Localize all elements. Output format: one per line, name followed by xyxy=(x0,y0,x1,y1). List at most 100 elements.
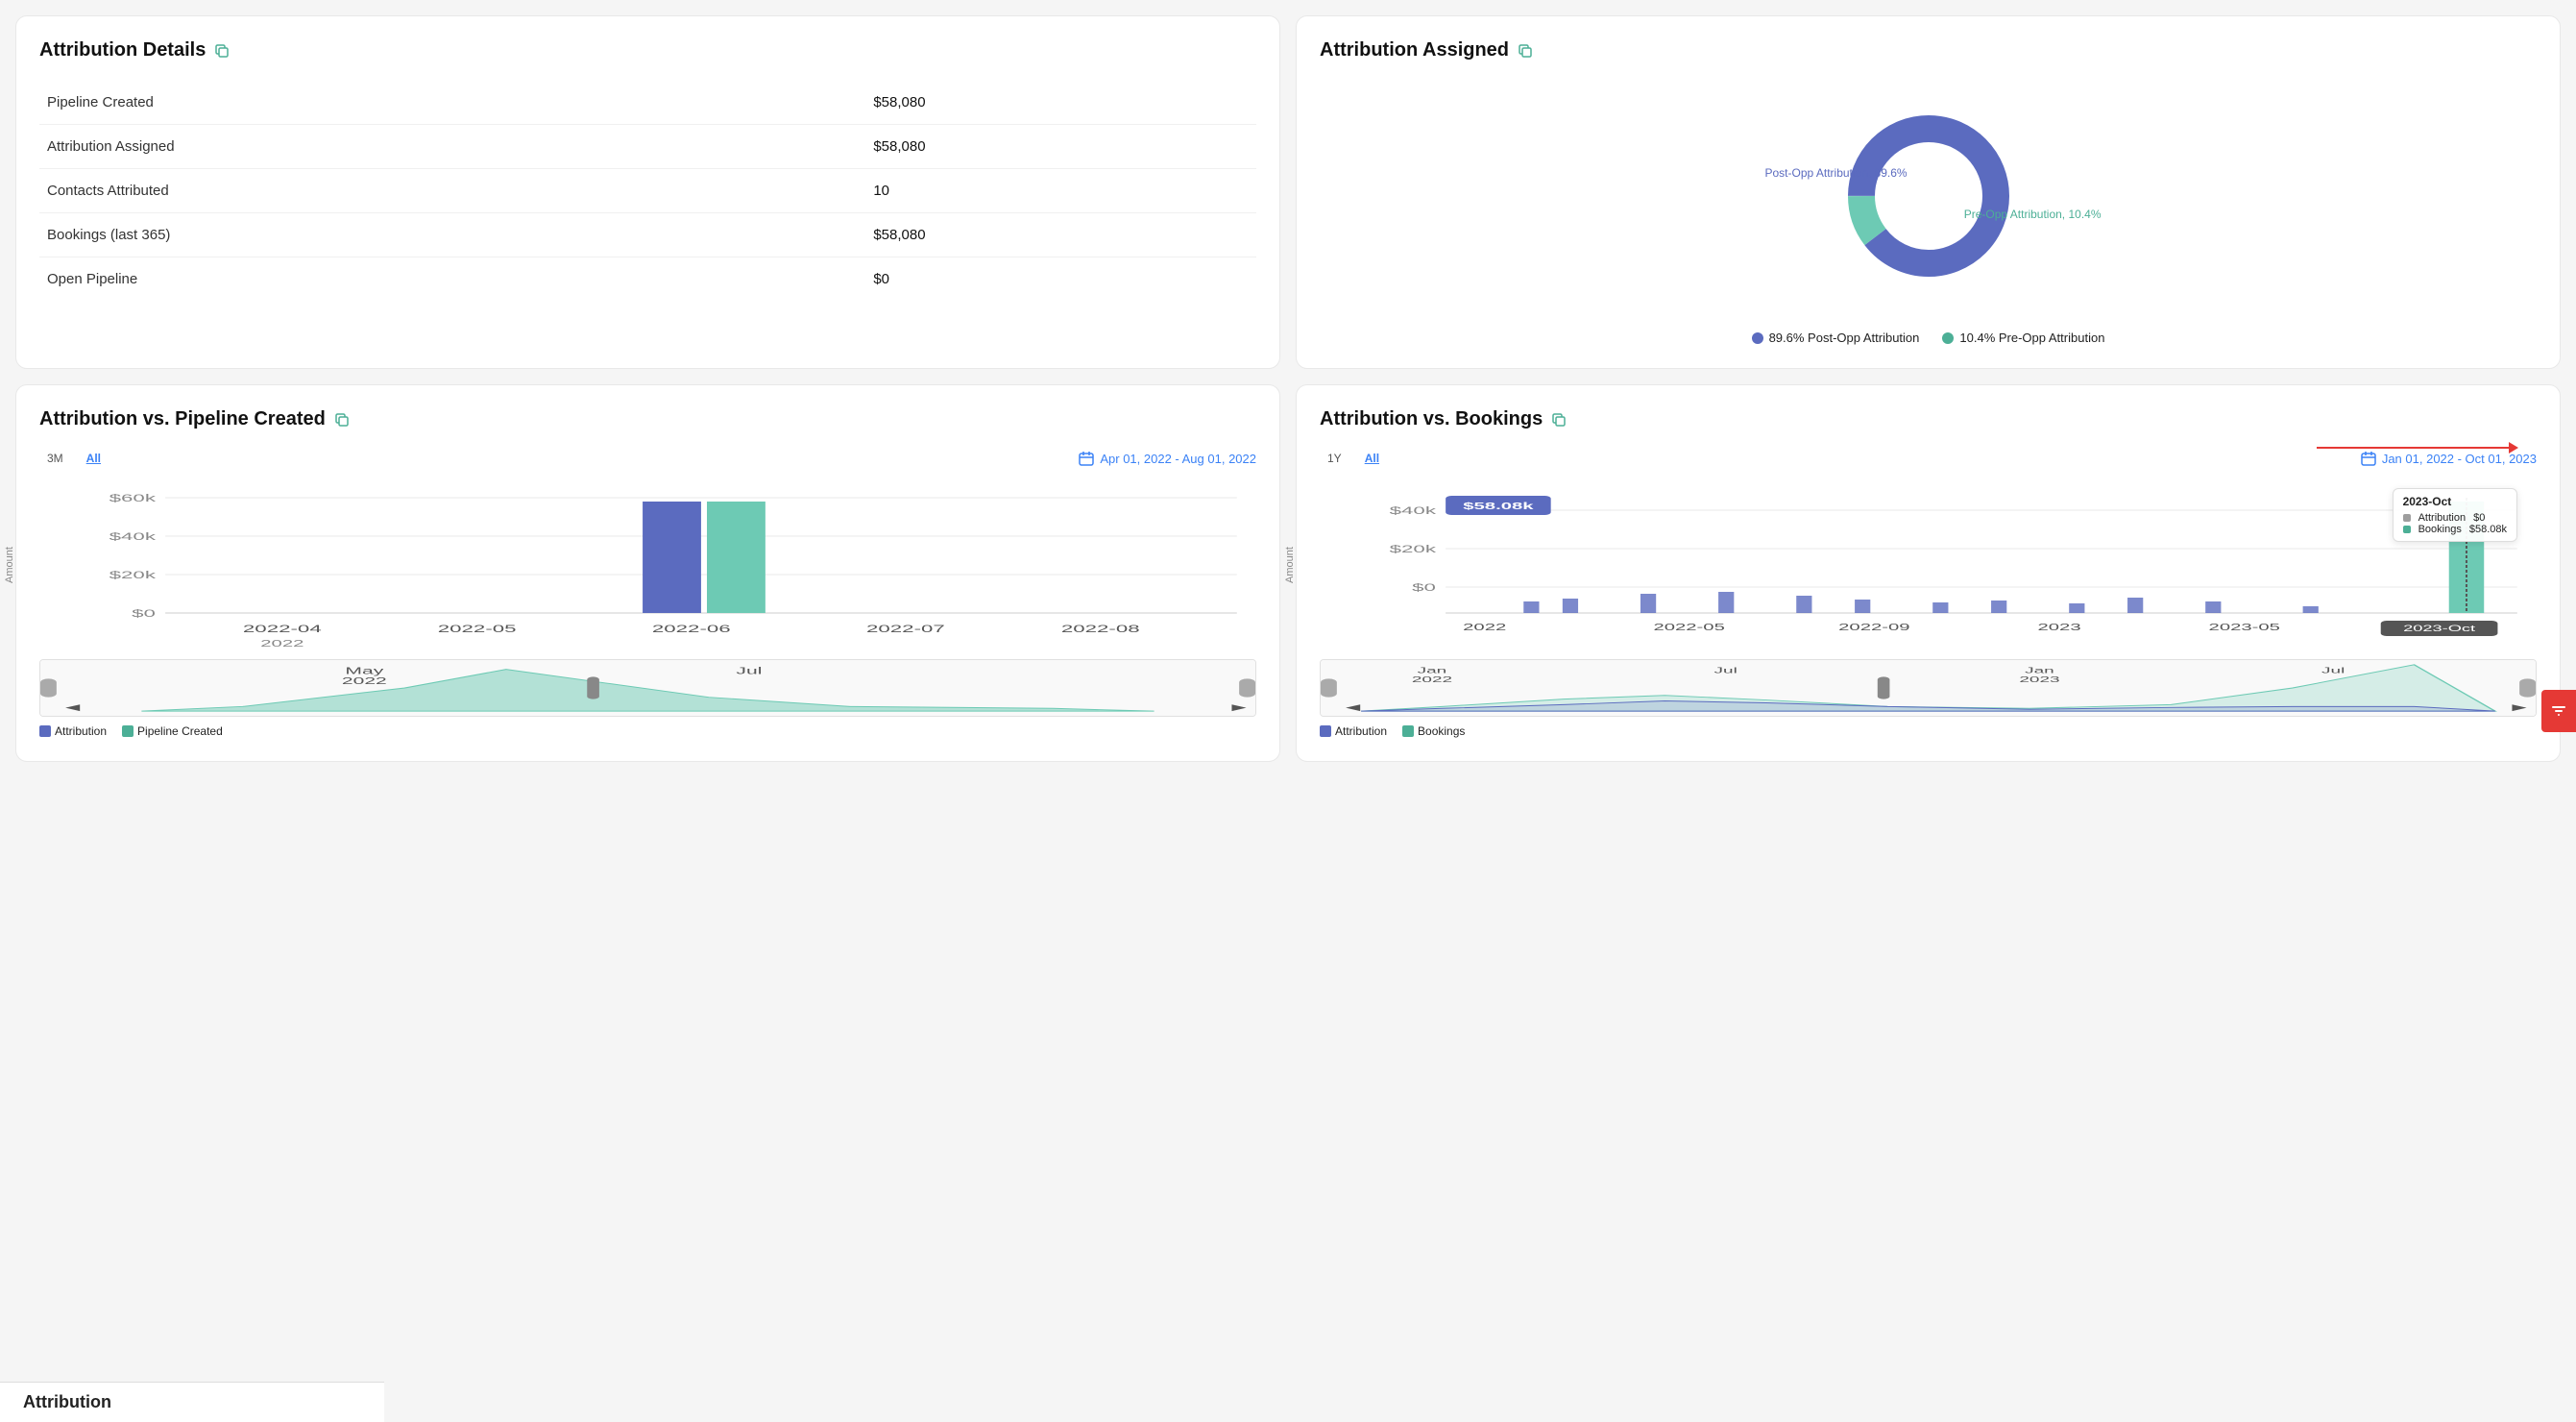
bookings-y-axis-label: Amount xyxy=(1284,547,1296,583)
row-label: Contacts Attributed xyxy=(39,169,865,213)
legend-label: Bookings xyxy=(1418,724,1465,738)
copy-icon-bookings[interactable] xyxy=(1550,411,1567,429)
svg-text:$40k: $40k xyxy=(1390,504,1437,517)
time-btn-3m[interactable]: 3M xyxy=(39,450,71,467)
post-opp-label: Post-Opp Attribution, 89.6% xyxy=(1765,166,1908,180)
bottom-tab-label: Attribution xyxy=(23,1392,111,1411)
pipeline-title: Attribution vs. Pipeline Created xyxy=(39,408,1256,430)
svg-text:$20k: $20k xyxy=(1390,543,1437,555)
chart-legend-item: Bookings xyxy=(1402,724,1465,738)
svg-text:2022: 2022 xyxy=(1412,675,1452,684)
svg-text:2023: 2023 xyxy=(2038,623,2081,633)
bookings-minimap: Jan 2022 Jul Jan 2023 Jul ◄ ► xyxy=(1320,659,2537,717)
legend-square xyxy=(122,725,134,737)
svg-text:$40k: $40k xyxy=(109,530,157,543)
row-value: $58,080 xyxy=(865,125,1256,169)
svg-text:2022-06: 2022-06 xyxy=(652,623,731,635)
attribution-vs-bookings-card: Attribution vs. Bookings 1Y All Jan 01, … xyxy=(1296,384,2561,762)
svg-text:►: ► xyxy=(1227,701,1251,714)
pipeline-legend: Attribution Pipeline Created xyxy=(39,724,1256,738)
row-value: $58,080 xyxy=(865,81,1256,125)
details-table: Pipeline Created$58,080Attribution Assig… xyxy=(39,81,1256,301)
row-value: $0 xyxy=(865,257,1256,302)
title-text: Attribution Details xyxy=(39,39,206,61)
svg-text:2023-Oct: 2023-Oct xyxy=(2403,624,2475,633)
svg-text:Jan: Jan xyxy=(2025,666,2054,674)
row-value: 10 xyxy=(865,169,1256,213)
svg-text:►: ► xyxy=(2507,701,2531,714)
row-value: $58,080 xyxy=(865,213,1256,257)
bookings-minimap-svg: Jan 2022 Jul Jan 2023 Jul ◄ ► xyxy=(1321,660,2536,716)
legend-square xyxy=(39,725,51,737)
donut-legend-item: 89.6% Post-Opp Attribution xyxy=(1752,331,1920,345)
copy-icon-assigned[interactable] xyxy=(1517,42,1534,60)
row-label: Open Pipeline xyxy=(39,257,865,302)
legend-label: Pipeline Created xyxy=(137,724,223,738)
svg-text:$0: $0 xyxy=(132,607,156,620)
time-btn-all-bookings[interactable]: All xyxy=(1357,450,1387,467)
bookings-time-controls: 1Y All xyxy=(1320,450,1387,467)
svg-text:2022-04: 2022-04 xyxy=(243,623,322,635)
tooltip-attribution-value: $0 xyxy=(2473,512,2485,524)
copy-icon[interactable] xyxy=(213,42,231,60)
svg-text:$60k: $60k xyxy=(109,492,157,504)
bookings-chart-area: 2023-Oct Attribution $0 Bookings $58.08k xyxy=(1368,478,2537,651)
filter-button[interactable] xyxy=(2541,690,2576,732)
pre-opp-label: Pre-Opp Attribution, 10.4% xyxy=(1964,208,2102,221)
title-text: Attribution Assigned xyxy=(1320,39,1509,61)
legend-label: 10.4% Pre-Opp Attribution xyxy=(1959,331,2104,345)
pipeline-bar-chart: $60k $40k $20k $0 2022-04 2022-05 2022-0… xyxy=(87,478,1256,651)
donut-chart-wrapper: Post-Opp Attribution, 89.6% Pre-Opp Attr… xyxy=(1785,81,2073,311)
svg-text:Jul: Jul xyxy=(1714,666,1738,674)
svg-text:2022-05: 2022-05 xyxy=(1653,623,1725,633)
title-text: Attribution vs. Bookings xyxy=(1320,408,1543,430)
date-range-bookings: Jan 01, 2022 - Oct 01, 2023 xyxy=(2361,451,2537,466)
svg-text:2022: 2022 xyxy=(342,676,387,687)
bookings-title: Attribution vs. Bookings xyxy=(1320,408,2537,430)
svg-text:◄: ◄ xyxy=(1341,701,1365,714)
legend-label: Attribution xyxy=(1335,724,1387,738)
donut-legend: 89.6% Post-Opp Attribution 10.4% Pre-Opp … xyxy=(1752,331,2105,345)
date-range-text: Apr 01, 2022 - Aug 01, 2022 xyxy=(1100,452,1256,466)
chart-legend-item: Pipeline Created xyxy=(122,724,223,738)
donut-svg xyxy=(1833,100,2025,292)
svg-text:2022: 2022 xyxy=(260,639,304,650)
pipeline-minimap-svg: May 2022 Jul ◄ ► xyxy=(40,660,1255,716)
svg-text:2023: 2023 xyxy=(2019,675,2059,684)
donut-legend-item: 10.4% Pre-Opp Attribution xyxy=(1942,331,2104,345)
svg-text:2022-09: 2022-09 xyxy=(1838,623,1910,633)
bottom-tab: Attribution xyxy=(0,1382,384,1422)
copy-icon-pipeline[interactable] xyxy=(333,411,351,429)
svg-text:$0: $0 xyxy=(1412,581,1436,594)
svg-text:$58.08k: $58.08k xyxy=(1463,502,1533,512)
bookings-tooltip: 2023-Oct Attribution $0 Bookings $58.08k xyxy=(2393,488,2517,542)
chart-legend-item: Attribution xyxy=(39,724,107,738)
svg-text:2023-05: 2023-05 xyxy=(2209,623,2281,633)
row-label: Pipeline Created xyxy=(39,81,865,125)
tooltip-title: 2023-Oct xyxy=(2403,495,2507,508)
filter-icon xyxy=(2549,701,2568,721)
pipeline-chart-area: $60k $40k $20k $0 2022-04 2022-05 2022-0… xyxy=(87,478,1256,651)
donut-chart-container: Post-Opp Attribution, 89.6% Pre-Opp Attr… xyxy=(1320,81,2537,345)
tooltip-bookings-value: $58.08k xyxy=(2469,524,2507,535)
tooltip-attribution-label: Attribution xyxy=(2418,512,2467,524)
svg-text:2022: 2022 xyxy=(1463,623,1506,633)
details-row: Bookings (last 365)$58,080 xyxy=(39,213,1256,257)
time-controls: 3M All xyxy=(39,450,109,467)
time-btn-all[interactable]: All xyxy=(79,450,109,467)
svg-text:◄: ◄ xyxy=(61,701,85,714)
legend-label: Attribution xyxy=(55,724,107,738)
bookings-bar-chart: $40k $20k $0 $58.08k 2022 2022-05 2022-0… xyxy=(1368,478,2537,651)
date-range-pipeline: Apr 01, 2022 - Aug 01, 2022 xyxy=(1079,451,1256,466)
legend-dot xyxy=(1942,332,1954,344)
legend-square xyxy=(1402,725,1414,737)
details-row: Attribution Assigned$58,080 xyxy=(39,125,1256,169)
time-btn-1y[interactable]: 1Y xyxy=(1320,450,1349,467)
calendar-icon-bookings xyxy=(2361,451,2376,466)
attribution-assigned-title: Attribution Assigned xyxy=(1320,39,2537,61)
svg-text:Jan: Jan xyxy=(1418,666,1447,674)
legend-square xyxy=(1320,725,1331,737)
details-row: Open Pipeline$0 xyxy=(39,257,1256,302)
legend-label: 89.6% Post-Opp Attribution xyxy=(1769,331,1920,345)
svg-text:May: May xyxy=(345,666,384,676)
